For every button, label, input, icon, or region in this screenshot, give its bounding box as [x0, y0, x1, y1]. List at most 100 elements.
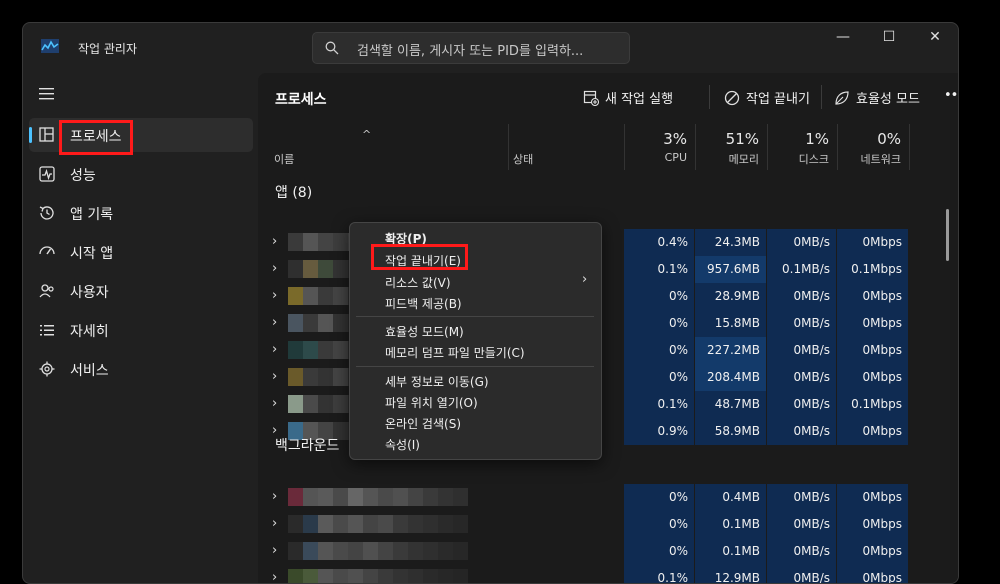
expand-chevron-icon[interactable]: › [272, 234, 277, 249]
services-icon [39, 361, 55, 377]
disk-cell: 0MB/s [767, 310, 837, 337]
cpu-cell: 0.1% [624, 565, 695, 583]
net-cell: 0Mbps [837, 337, 909, 364]
disk-cell: 0MB/s [767, 283, 837, 310]
column-header-network[interactable]: 0% 네트워크 [837, 124, 910, 170]
efficiency-mode-button[interactable]: 효율성 모드 [834, 88, 920, 107]
menu-item-memory-dump[interactable]: 메모리 덤프 파일 만들기(C) [385, 344, 525, 361]
sidebar-item-startup-apps[interactable]: 시작 앱 [29, 235, 253, 269]
menu-item-search-online[interactable]: 온라인 검색(S) [385, 415, 461, 432]
cpu-cell: 0% [624, 538, 695, 565]
sidebar: 프로세스 성능 앱 기록 시작 앱 사용자 자세히 서비스 [23, 73, 258, 583]
run-new-task-icon [583, 90, 599, 106]
table-row[interactable]: › 0% 0.1MB 0MB/s 0Mbps [258, 538, 958, 565]
cpu-cell: 0.1% [624, 256, 695, 283]
menu-item-go-to-details[interactable]: 세부 정보로 이동(G) [385, 373, 489, 390]
menu-item-open-file-location[interactable]: 파일 위치 열기(O) [385, 394, 478, 411]
close-button[interactable]: ✕ [912, 23, 958, 55]
expand-chevron-icon[interactable]: › [272, 342, 277, 357]
column-label: CPU [664, 151, 687, 164]
column-header-disk[interactable]: 1% 디스크 [767, 124, 838, 170]
menu-item-properties[interactable]: 속성(I) [385, 436, 420, 453]
expand-chevron-icon[interactable]: › [272, 543, 277, 558]
mem-cell: 24.3MB [695, 229, 767, 256]
expand-chevron-icon[interactable]: › [272, 288, 277, 303]
mem-cell: 58.9MB [695, 418, 767, 445]
expand-chevron-icon[interactable]: › [272, 570, 277, 583]
net-cell: 0Mbps [837, 538, 909, 565]
details-icon [40, 325, 54, 336]
column-label: 네트워크 [860, 153, 901, 166]
net-cell: 0Mbps [837, 364, 909, 391]
minimize-button[interactable]: — [820, 23, 866, 55]
expand-chevron-icon[interactable]: › [272, 489, 277, 504]
menu-item-resource-values[interactable]: 리소스 값(V) [385, 274, 451, 291]
net-cell: 0Mbps [837, 511, 909, 538]
disk-cell: 0MB/s [767, 337, 837, 364]
menu-separator [356, 366, 594, 367]
processes-icon [39, 127, 54, 142]
expand-chevron-icon[interactable]: › [272, 261, 277, 276]
expand-chevron-icon[interactable]: › [272, 369, 277, 384]
expand-chevron-icon[interactable]: › [272, 315, 277, 330]
sidebar-item-label: 성능 [70, 168, 96, 184]
menu-separator [356, 316, 594, 317]
column-header-name[interactable]: ^ 이름 [258, 124, 509, 170]
column-label: 상태 [513, 153, 534, 166]
mem-cell: 12.9MB [695, 565, 767, 583]
mem-cell: 0.4MB [695, 484, 767, 511]
table-row[interactable]: › 0% 0.4MB 0MB/s 0Mbps [258, 484, 958, 511]
maximize-button[interactable]: ☐ [866, 23, 912, 55]
expand-chevron-icon[interactable]: › [272, 516, 277, 531]
table-row[interactable]: › 0.1% 12.9MB 0MB/s 0Mbps [258, 565, 958, 583]
column-header-cpu[interactable]: 3% CPU [624, 124, 696, 170]
sidebar-item-details[interactable]: 자세히 [29, 313, 253, 347]
disk-total-percent: 1% [805, 130, 829, 148]
cpu-cell: 0% [624, 484, 695, 511]
sidebar-item-label: 서비스 [70, 363, 109, 379]
sidebar-item-services[interactable]: 서비스 [29, 352, 253, 386]
end-task-button[interactable]: 작업 끝내기 [724, 88, 810, 107]
vertical-scrollbar[interactable] [946, 209, 949, 261]
hamburger-menu-icon[interactable] [39, 87, 55, 101]
run-new-task-label: 새 작업 실행 [605, 92, 674, 107]
pixelated-process-name [288, 515, 468, 533]
page-title: 프로세스 [275, 92, 327, 108]
memory-total-percent: 51% [725, 130, 759, 148]
column-header-status[interactable]: 상태 [508, 124, 625, 170]
sidebar-item-users[interactable]: 사용자 [29, 274, 253, 308]
network-total-percent: 0% [877, 130, 901, 148]
disk-cell: 0MB/s [767, 418, 837, 445]
title-bar: 작업 관리자 검색할 이름, 게시자 또는 PID를 입력하... — ☐ ✕ [23, 23, 958, 73]
group-header-background: 백그라운드 [275, 438, 340, 454]
expand-chevron-icon[interactable]: › [272, 396, 277, 411]
toolbar-divider [821, 85, 822, 109]
net-cell: 0Mbps [837, 229, 909, 256]
column-header-memory[interactable]: 51% 메모리 [695, 124, 768, 170]
cpu-cell: 0% [624, 364, 695, 391]
net-cell: 0.1Mbps [837, 256, 909, 283]
task-manager-app-icon [41, 39, 59, 53]
sidebar-item-app-history[interactable]: 앱 기록 [29, 196, 253, 230]
toolbar-divider [709, 85, 710, 109]
table-row[interactable]: › 0% 0.1MB 0MB/s 0Mbps [258, 511, 958, 538]
search-input[interactable]: 검색할 이름, 게시자 또는 PID를 입력하... [312, 32, 630, 64]
cpu-cell: 0% [624, 310, 695, 337]
end-task-label: 작업 끝내기 [746, 92, 810, 107]
disk-cell: 0MB/s [767, 364, 837, 391]
sidebar-item-label: 앱 기록 [70, 207, 114, 223]
menu-item-feedback[interactable]: 피드백 제공(B) [385, 295, 462, 312]
end-task-icon [724, 90, 740, 106]
disk-cell: 0MB/s [767, 511, 837, 538]
mem-cell: 48.7MB [695, 391, 767, 418]
run-new-task-button[interactable]: 새 작업 실행 [583, 88, 673, 107]
net-cell: 0Mbps [837, 283, 909, 310]
pixelated-process-name [288, 569, 468, 583]
mem-cell: 0.1MB [695, 511, 767, 538]
disk-cell: 0.1MB/s [767, 256, 837, 283]
sidebar-item-performance[interactable]: 성능 [29, 157, 253, 191]
net-cell: 0Mbps [837, 310, 909, 337]
menu-item-efficiency-mode[interactable]: 효율성 모드(M) [385, 323, 464, 340]
more-options-button[interactable]: ••• [944, 88, 958, 103]
group-header-apps: 앱 (8) [275, 185, 313, 201]
